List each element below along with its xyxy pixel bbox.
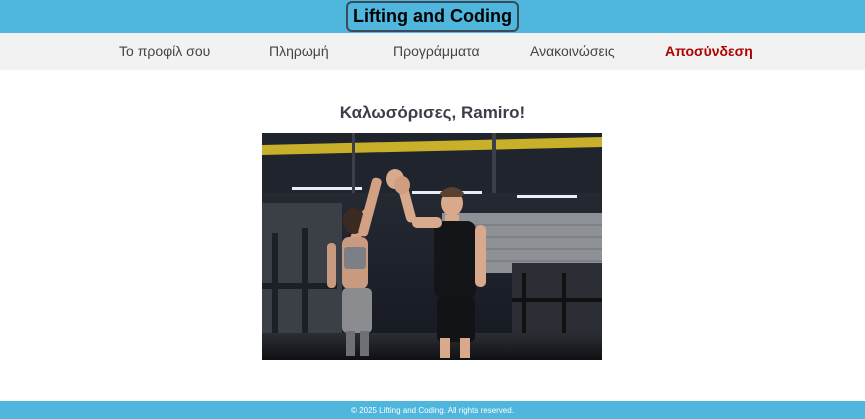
gym-photo-illustration (262, 133, 602, 360)
nav-item-payment[interactable]: Πληρωμή (269, 33, 329, 70)
nav-item-programs[interactable]: Προγράμματα (393, 33, 480, 70)
nav-item-logout[interactable]: Αποσύνδεση (665, 33, 753, 70)
site-logo-title[interactable]: Lifting and Coding (346, 1, 519, 32)
main-navigation: Το προφίλ σου Πληρωμή Προγράμματα Ανακοι… (0, 33, 865, 70)
nav-item-profile[interactable]: Το προφίλ σου (119, 33, 210, 70)
site-header: Lifting and Coding (0, 0, 865, 33)
copyright-text: © 2025 Lifting and Coding. All rights re… (351, 405, 514, 415)
site-footer: © 2025 Lifting and Coding. All rights re… (0, 401, 865, 419)
nav-item-announcements[interactable]: Ανακοινώσεις (530, 33, 615, 70)
gym-high-five-photo (262, 133, 602, 360)
welcome-heading: Καλωσόρισες, Ramiro! (339, 103, 526, 122)
